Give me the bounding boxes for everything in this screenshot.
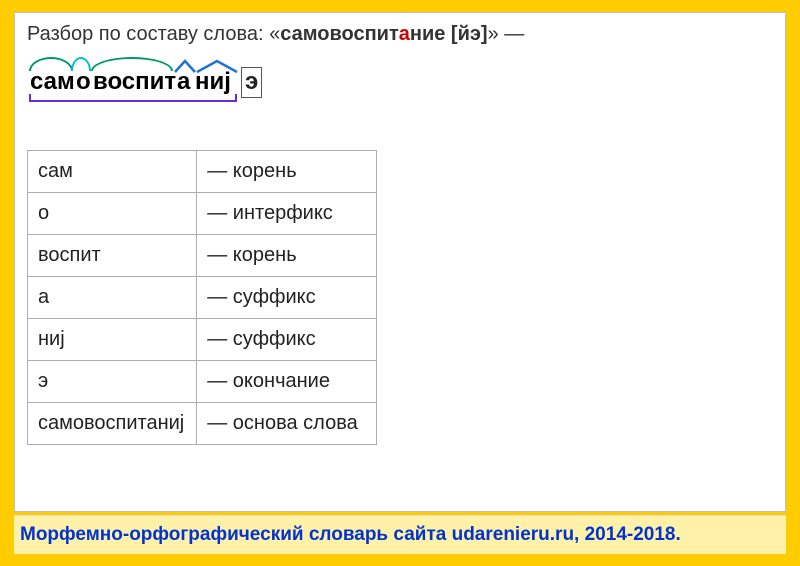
morph-cell: воспит <box>28 235 197 277</box>
seg-a: а <box>177 68 190 96</box>
content-panel: Разбор по составу слова: «самовоспитание… <box>14 12 786 512</box>
morph-cell: сам <box>28 151 197 193</box>
desc-cell: — корень <box>197 235 377 277</box>
desc-cell: — окончание <box>197 361 377 403</box>
table-row: самовоспитаниj — основа слова <box>28 403 377 445</box>
morph-cell: ниj <box>28 319 197 361</box>
seg-ending: э <box>241 67 262 98</box>
footer-credit: Морфемно-орфографический словарь сайта u… <box>14 515 786 554</box>
morph-cell: самовоспитаниj <box>28 403 197 445</box>
table-row: сам — корень <box>28 151 377 193</box>
title-word-after: ние [йэ] <box>410 23 488 45</box>
desc-cell: — корень <box>197 151 377 193</box>
table-row: а — суффикс <box>28 277 377 319</box>
title-stress-letter: а <box>399 23 410 45</box>
table-row: ниj — суффикс <box>28 319 377 361</box>
table-row: э — окончание <box>28 361 377 403</box>
title-word-before: самовоспит <box>280 23 399 45</box>
seg-vospit: воспит <box>93 68 176 96</box>
desc-cell: — основа слова <box>197 403 377 445</box>
title-suffix: » — <box>488 23 525 45</box>
morph-cell: э <box>28 361 197 403</box>
table-row: воспит — корень <box>28 235 377 277</box>
seg-nij: ниj <box>195 68 231 96</box>
table-row: о — интерфикс <box>28 193 377 235</box>
seg-sam: сам <box>30 68 75 96</box>
desc-cell: — суффикс <box>197 277 377 319</box>
morpheme-table: сам — корень о — интерфикс воспит — коре… <box>27 150 377 445</box>
morpheme-diagram: сам о воспит а ниj э <box>27 60 773 100</box>
desc-cell: — суффикс <box>197 319 377 361</box>
seg-o: о <box>76 68 91 96</box>
morph-cell: о <box>28 193 197 235</box>
title-prefix: Разбор по составу слова: « <box>27 23 280 45</box>
desc-cell: — интерфикс <box>197 193 377 235</box>
morph-cell: а <box>28 277 197 319</box>
title-line: Разбор по составу слова: «самовоспитание… <box>27 23 773 46</box>
